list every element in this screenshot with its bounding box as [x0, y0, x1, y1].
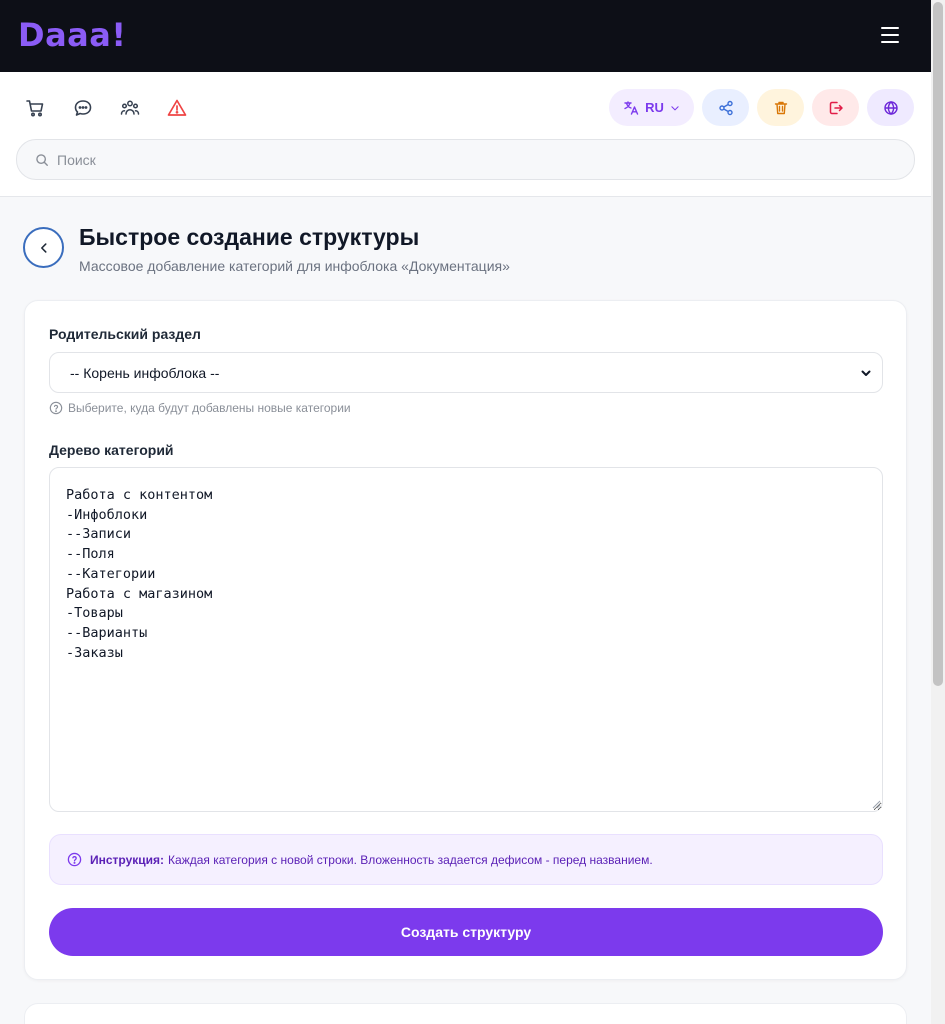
- toolbar: RU: [0, 72, 931, 197]
- parent-section-label: Родительский раздел: [49, 326, 201, 342]
- users-icon[interactable]: [120, 98, 140, 118]
- logout-icon: [829, 101, 843, 114]
- trash-button[interactable]: [757, 89, 804, 126]
- help-circle-icon: [67, 852, 82, 867]
- parent-section-value: -- Корень инфоблока --: [70, 364, 220, 381]
- search-bar[interactable]: [16, 139, 915, 180]
- instruction-text: Каждая категория с новой строки. Вложенн…: [168, 852, 653, 867]
- page-title: Быстрое создание структуры: [79, 224, 420, 250]
- language-switcher[interactable]: RU: [609, 89, 694, 126]
- search-icon: [36, 153, 48, 166]
- parent-section-hint: Выберите, куда будут добавлены новые кат…: [49, 401, 351, 415]
- structure-form-card: Родительский раздел -- Корень инфоблока …: [24, 300, 907, 980]
- scrollbar-thumb[interactable]: [933, 2, 943, 686]
- globe-button[interactable]: [867, 89, 914, 126]
- language-label: RU: [645, 100, 664, 115]
- top-bar: Daaa!: [0, 0, 931, 72]
- category-tree-label: Дерево категорий: [49, 442, 174, 458]
- secondary-card: [24, 1003, 907, 1024]
- chevron-down-icon: [671, 105, 679, 110]
- help-circle-icon: [49, 401, 63, 415]
- chevron-left-icon: [40, 242, 47, 253]
- logo[interactable]: Daaa!: [18, 16, 126, 54]
- share-icon: [718, 100, 733, 115]
- instruction-label: Инструкция:: [90, 852, 165, 867]
- instruction-box: Инструкция: Каждая категория с новой стр…: [49, 834, 883, 885]
- translate-icon: [624, 100, 639, 115]
- page-subtitle: Массовое добавление категорий для инфобл…: [79, 258, 510, 274]
- back-button[interactable]: [23, 227, 64, 268]
- globe-icon: [883, 100, 898, 115]
- search-input[interactable]: [57, 151, 857, 168]
- logout-button[interactable]: [812, 89, 859, 126]
- category-tree-textarea[interactable]: [49, 467, 883, 812]
- parent-section-select[interactable]: -- Корень инфоблока --: [49, 352, 883, 393]
- alert-icon[interactable]: [167, 98, 187, 118]
- chevron-down-icon: [861, 370, 871, 376]
- trash-icon: [774, 101, 787, 114]
- menu-icon[interactable]: [881, 27, 899, 43]
- cart-icon[interactable]: [25, 98, 45, 118]
- create-structure-button[interactable]: Создать структуру: [49, 908, 883, 956]
- share-button[interactable]: [702, 89, 749, 126]
- parent-section-hint-text: Выберите, куда будут добавлены новые кат…: [68, 401, 351, 415]
- resize-handle-icon[interactable]: [871, 799, 881, 809]
- chat-icon[interactable]: [73, 98, 93, 118]
